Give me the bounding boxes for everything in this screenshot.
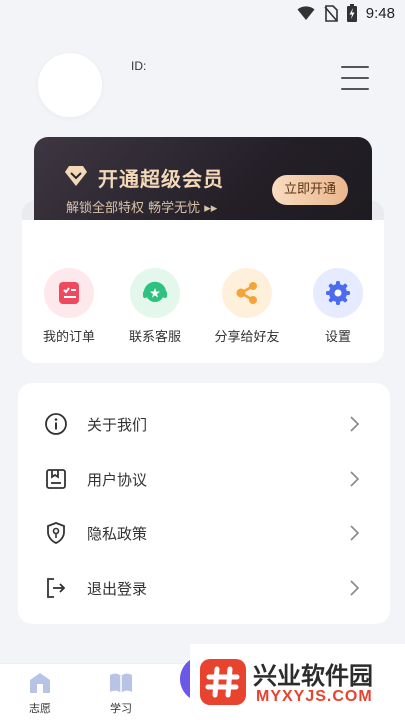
settings-row-logout[interactable]: 退出登录 — [18, 561, 390, 615]
customer-service-icon — [130, 268, 180, 318]
activate-vip-button[interactable]: 立即开通 — [272, 175, 348, 205]
card-wave — [22, 224, 384, 248]
chevron-right-icon — [350, 580, 360, 596]
chevron-right-icon — [350, 471, 360, 487]
status-icons: 9:48 — [297, 4, 395, 22]
order-icon — [44, 268, 94, 318]
shortcut-share[interactable]: 分享给好友 — [202, 268, 292, 345]
avatar[interactable] — [38, 53, 102, 117]
diamond-icon — [65, 166, 87, 186]
shortcut-label: 设置 — [324, 330, 351, 345]
nav-item-volunteer[interactable]: 志愿 — [10, 672, 70, 716]
shortcut-label: 分享给好友 — [214, 330, 280, 345]
nav-label: 志愿 — [29, 702, 51, 715]
status-time: 9:48 — [365, 4, 395, 22]
shortcut-label: 联系客服 — [128, 330, 181, 345]
settings-row-about-us[interactable]: 关于我们 — [18, 397, 390, 451]
row-label: 隐私政策 — [87, 525, 148, 543]
shortcut-label: 我的订单 — [42, 330, 95, 345]
wifi-icon — [297, 6, 315, 20]
shortcut-my-orders[interactable]: 我的订单 — [24, 268, 114, 345]
watermark-logo — [200, 659, 246, 705]
shortcut-settings[interactable]: 设置 — [293, 268, 383, 345]
gear-icon — [313, 268, 363, 318]
watermark-title: 兴业软件园 — [253, 662, 373, 690]
status-bar: 9:48 — [0, 0, 405, 28]
no-sim-icon — [324, 4, 338, 22]
menu-line — [341, 66, 369, 68]
settings-row-privacy-policy[interactable]: 隐私政策 — [18, 506, 390, 560]
chevron-right-icon — [350, 525, 360, 541]
vip-subtitle: 解锁全部特权 畅学无忧 ▸▸ — [66, 201, 218, 216]
info-icon — [45, 413, 67, 435]
nav-item-study[interactable]: 学习 — [91, 672, 151, 716]
book-icon — [110, 673, 132, 693]
battery-charging-icon — [346, 4, 357, 22]
watermark: 兴业软件园 MYXYJS.COM — [190, 644, 405, 720]
menu-line — [341, 77, 369, 79]
user-id-label: ID: — [131, 59, 147, 73]
logout-icon — [47, 578, 66, 598]
watermark-url: MYXYJS.COM — [256, 688, 373, 705]
shortcut-customer-service[interactable]: 联系客服 — [110, 268, 200, 345]
privacy-shield-icon — [47, 522, 65, 544]
settings-row-user-agreement[interactable]: 用户协议 — [18, 452, 390, 506]
agreement-icon — [46, 469, 66, 489]
row-label: 用户协议 — [87, 471, 148, 489]
school-icon — [30, 673, 50, 693]
menu-button[interactable] — [339, 64, 371, 94]
row-label: 退出登录 — [87, 580, 148, 598]
vip-title: 开通超级会员 — [98, 167, 224, 191]
nav-label: 学习 — [110, 702, 132, 715]
row-label: 关于我们 — [87, 416, 148, 434]
menu-line — [341, 88, 369, 90]
share-icon — [222, 268, 272, 318]
chevron-right-icon — [350, 416, 360, 432]
